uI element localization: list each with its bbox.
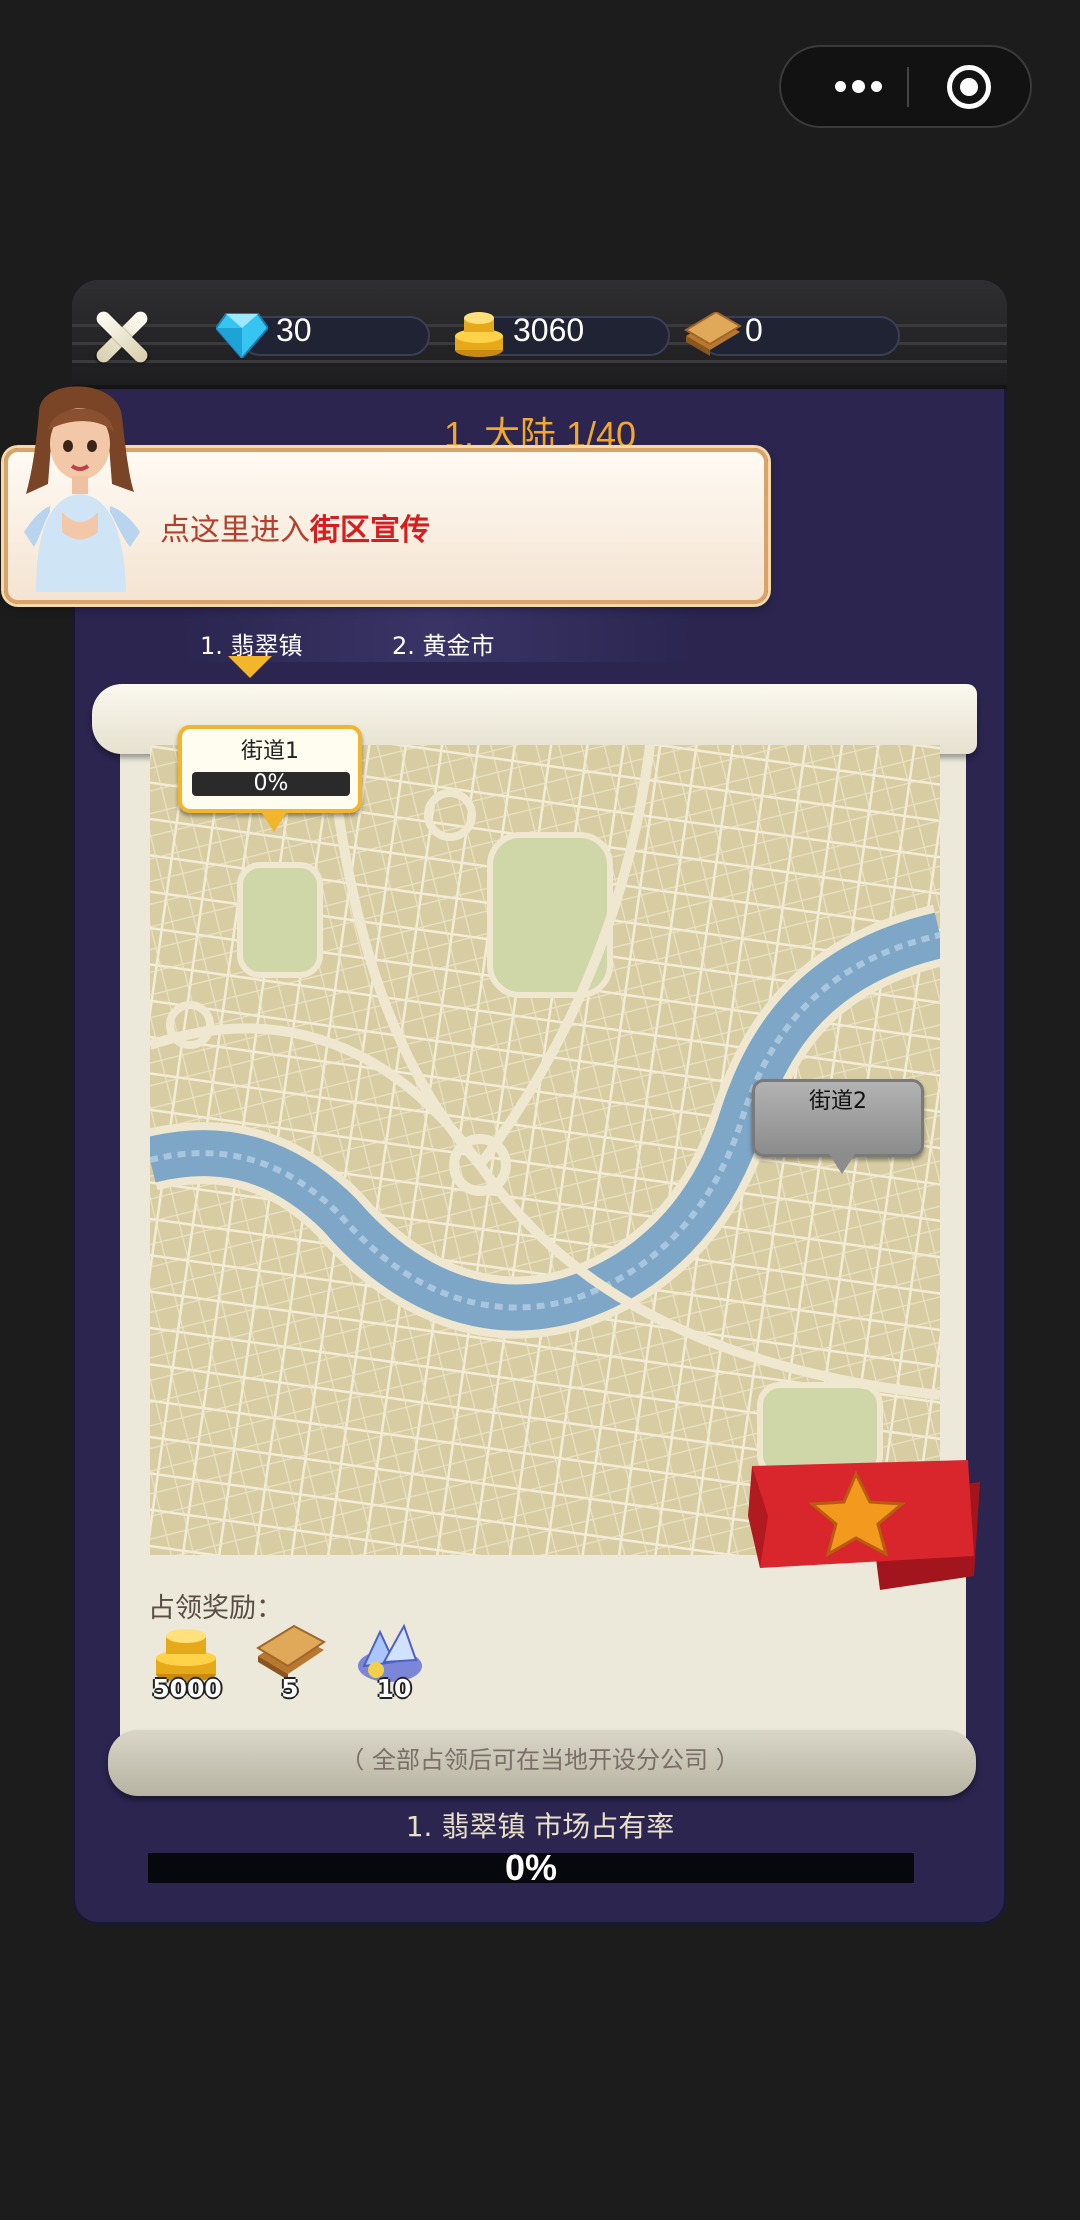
capsule-divider	[907, 67, 909, 107]
reward-title: 占领奖励：	[148, 1593, 283, 1624]
street-2-pointer	[829, 1154, 855, 1174]
diamond-count: 30	[276, 312, 312, 348]
more-options-icon[interactable]	[811, 47, 906, 126]
street-1-label: 街道1	[241, 739, 299, 764]
street-2-label: 街道2	[809, 1089, 867, 1114]
market-share-label: 1. 翡翠镇 市场占有率	[405, 1810, 675, 1843]
market-share-percent: 0%	[504, 1847, 558, 1888]
gold-coins-icon	[455, 312, 503, 357]
cash-count: 0	[745, 312, 763, 348]
tab-city-2[interactable]: 2. 黄金市	[392, 626, 495, 661]
gold-count: 3060	[513, 312, 585, 348]
guide-tip-highlight: 街区宣传	[310, 513, 430, 548]
street-1-pointer	[260, 810, 288, 832]
reward-gold-value: 5000	[152, 1674, 222, 1703]
close-icon[interactable]	[92, 308, 150, 366]
mini-program-capsule	[779, 45, 1032, 128]
cash-stack-icon	[684, 312, 742, 356]
reward-crystal-value: 10	[376, 1674, 412, 1703]
branch-office-note: （ 全部占领后可在当地开设分公司 ）	[340, 1746, 740, 1774]
close-mini-program-icon[interactable]	[947, 65, 991, 109]
guide-tip-text[interactable]: 点这里进入街区宣传	[160, 505, 430, 549]
diamond-icon	[216, 313, 268, 358]
street-1-progress-text: 0%	[253, 771, 289, 796]
ribbon-star-icon	[748, 1460, 980, 1590]
guide-character-avatar	[24, 386, 140, 592]
selected-tab-indicator	[228, 656, 272, 678]
diamond-counter	[240, 316, 430, 356]
guide-tip-prefix: 点这里进入	[160, 513, 310, 548]
reward-cash-value: 5	[281, 1674, 299, 1703]
